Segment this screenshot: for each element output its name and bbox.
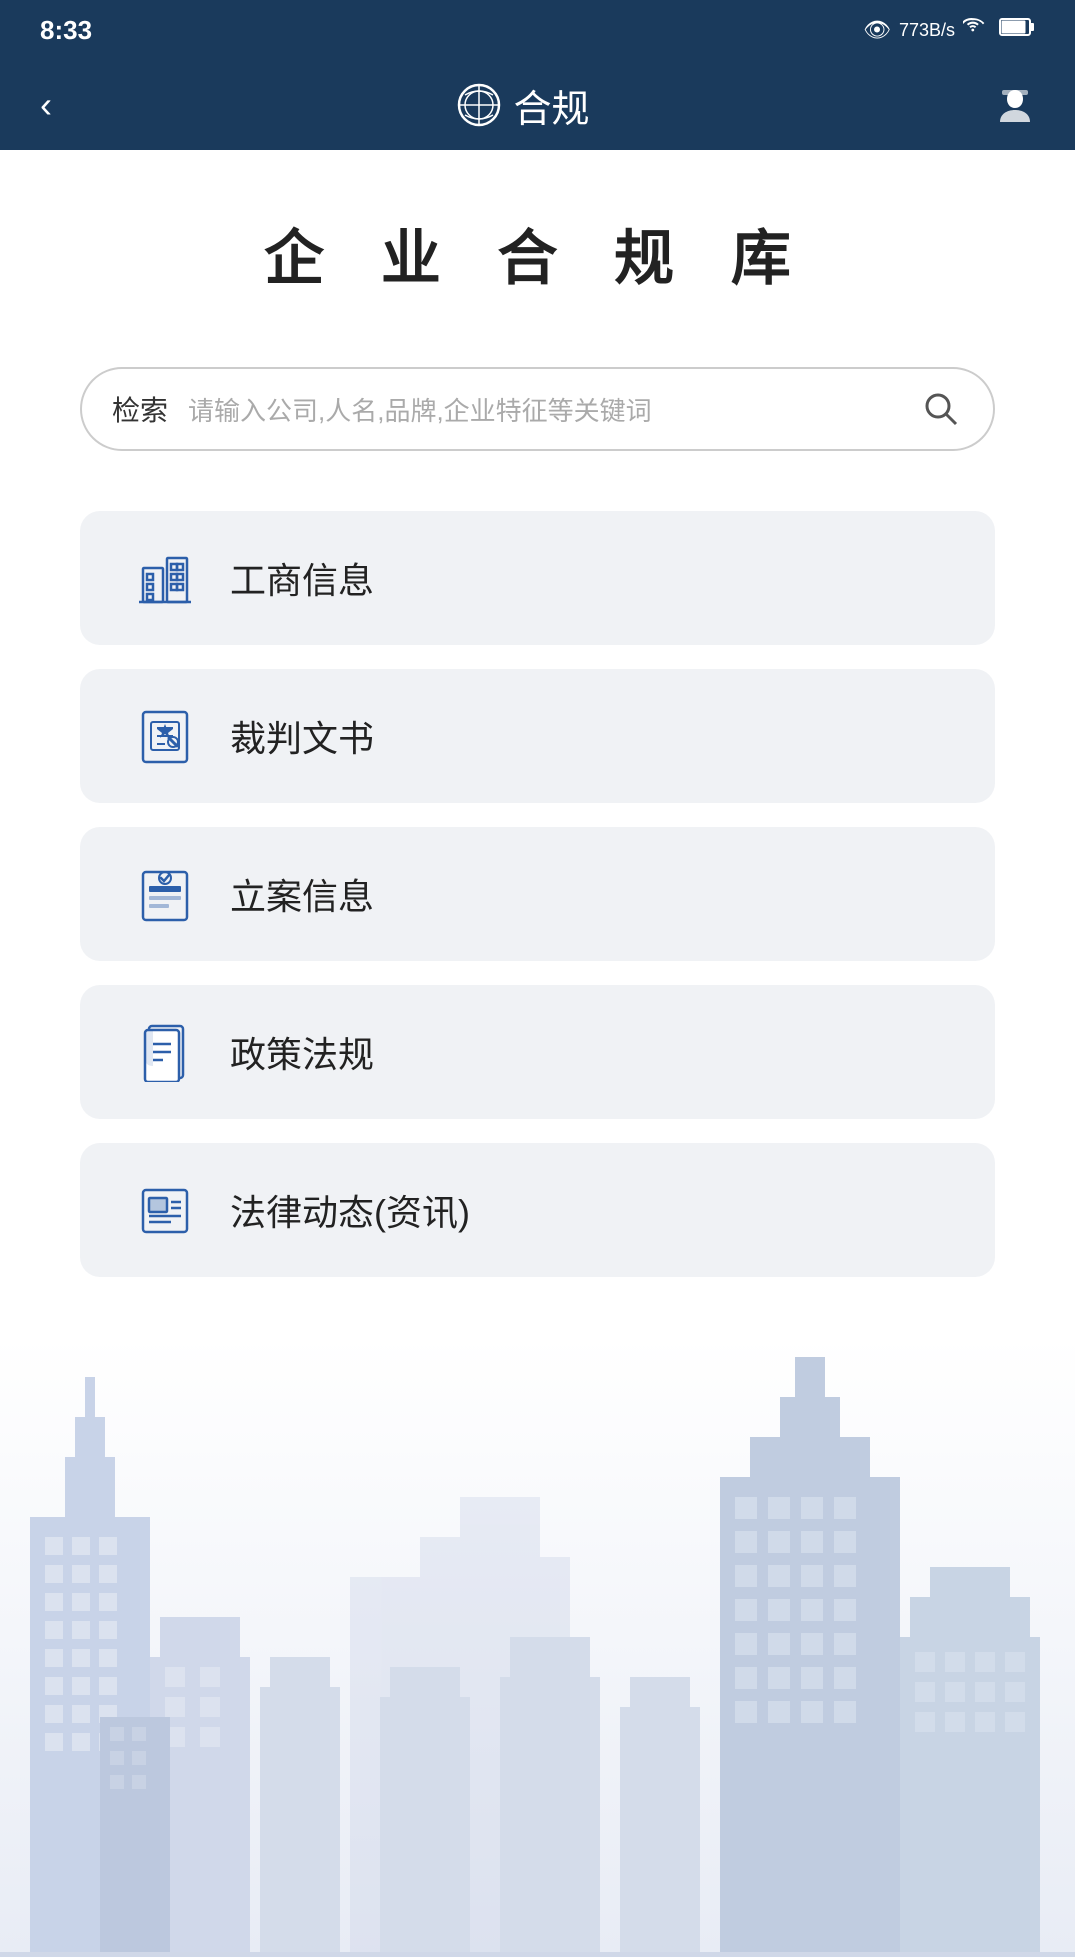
- search-icon[interactable]: [919, 387, 963, 431]
- menu-item-news[interactable]: 法律动态(资讯): [80, 1143, 995, 1277]
- search-bar[interactable]: 检索 请输入公司,人名,品牌,企业特征等关键词: [80, 367, 995, 451]
- filing-icon: [130, 859, 200, 929]
- data-icon: 773B/s: [899, 20, 955, 41]
- menu-item-policy[interactable]: 政策法规: [80, 985, 995, 1119]
- back-button[interactable]: ‹: [30, 74, 62, 136]
- profile-icon: [990, 80, 1040, 130]
- nav-title: 合规: [457, 78, 589, 133]
- page-title: 企 业 合 规 库: [80, 210, 995, 297]
- status-bar: 8:33 👁 773B/s: [0, 0, 1075, 60]
- search-label: 检索: [112, 389, 168, 429]
- battery-icon: [999, 17, 1035, 43]
- menu-list: 工商信息 裁判文书: [80, 511, 995, 1277]
- menu-label-business: 工商信息: [230, 552, 374, 604]
- menu-label-policy: 政策法规: [230, 1026, 374, 1078]
- status-icons: 👁 773B/s: [863, 16, 1035, 44]
- nav-bar: ‹ 合规: [0, 60, 1075, 150]
- menu-label-filing: 立案信息: [230, 868, 374, 920]
- wifi-icon: [963, 16, 991, 44]
- nav-logo-icon: [457, 83, 501, 127]
- search-placeholder-text: 请输入公司,人名,品牌,企业特征等关键词: [188, 391, 919, 428]
- menu-item-filing[interactable]: 立案信息: [80, 827, 995, 961]
- menu-label-news: 法律动态(资讯): [230, 1184, 470, 1236]
- nav-title-text: 合规: [513, 78, 589, 133]
- building-icon: [130, 543, 200, 613]
- main-content: 企 业 合 规 库 检索 请输入公司,人名,品牌,企业特征等关键词: [0, 150, 1075, 1277]
- news-icon: [130, 1175, 200, 1245]
- menu-item-judgment[interactable]: 裁判文书: [80, 669, 995, 803]
- judgment-icon: [130, 701, 200, 771]
- menu-item-business[interactable]: 工商信息: [80, 511, 995, 645]
- policy-icon: [130, 1017, 200, 1087]
- status-time: 8:33: [40, 15, 92, 46]
- nav-right-button[interactable]: [985, 75, 1045, 135]
- cityscape: [0, 1337, 1075, 1957]
- city-illustration: [0, 1337, 1075, 1957]
- menu-label-judgment: 裁判文书: [230, 710, 374, 762]
- eye-icon: 👁: [863, 17, 891, 43]
